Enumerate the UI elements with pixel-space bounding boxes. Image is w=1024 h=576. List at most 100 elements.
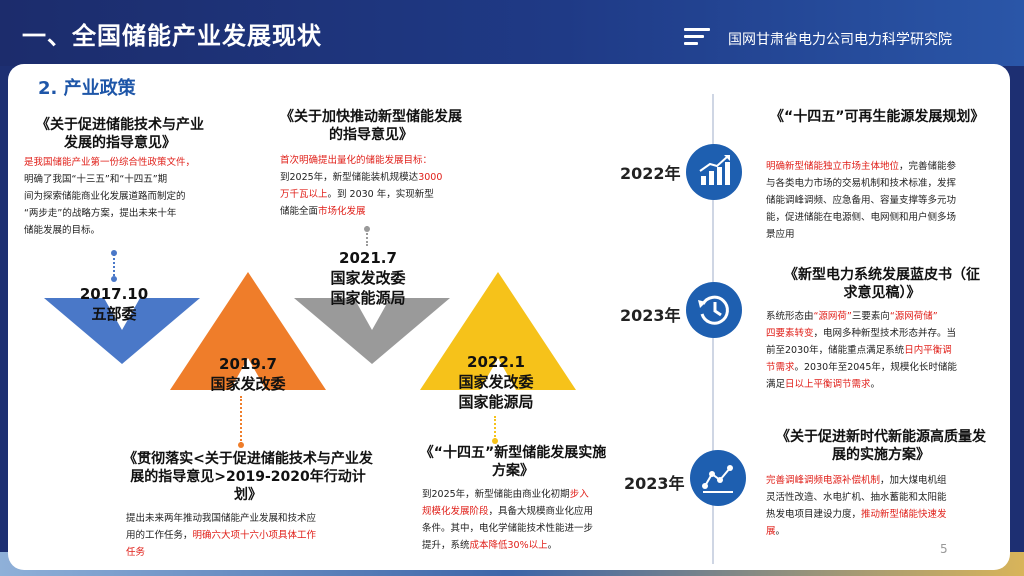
body-line: 能，促进储能在电源侧、电网侧和用户侧多场 <box>766 209 996 226</box>
highlight-text: “源网荷储” <box>889 311 938 322</box>
body-line: 间为探索储能商业化发展道路而制定的 <box>24 188 224 205</box>
network-analytics-icon <box>690 450 746 506</box>
highlight-text: 日内平衡调 <box>904 345 952 356</box>
year-label-2023a: 2023年 <box>620 306 681 325</box>
body-line: 四要素转变，电网多种新型技术形态并存。当 <box>766 325 996 342</box>
body-text: 能，促进储能在电源侧、电网侧和用户侧多场 <box>766 212 957 223</box>
body-text: 用的工作任务， <box>126 530 193 541</box>
right-title-2: 《关于促进新时代新能源高质量发展的实施方案》 <box>776 429 986 463</box>
policy-date-2017: 2017.10 五部委 <box>79 285 149 323</box>
body-line: 提升，系统成本降低30%以上。 <box>422 537 628 554</box>
body-text: 景应用 <box>766 229 795 240</box>
body-line: 满足日以上平衡调节需求。 <box>766 376 996 393</box>
body-text: ，加大煤电机组 <box>880 475 947 486</box>
policy-title-2019: 《贯彻落实<关于促进储能技术与产业发展的指导意见>2019-2020年行动计划》 <box>123 451 373 503</box>
highlight-text: 四要素转变 <box>766 328 814 339</box>
highlight-text: 是我国储能产业第一份综合性政策文件， <box>24 157 196 168</box>
highlight-text: 万千瓦以上 <box>280 189 328 200</box>
body-text: “两步走”的战略方案，提出未来十年 <box>24 208 177 219</box>
body-text: ，具备大规模商业化应用 <box>488 506 594 517</box>
body-line: 完善调峰调频电源补偿机制，加大煤电机组 <box>766 472 998 489</box>
connector-2022 <box>494 416 496 440</box>
connector-2019 <box>240 396 242 444</box>
body-line: 用的工作任务，明确六大项十六小项具体工作 <box>126 527 376 544</box>
policy-body-2017: 是我国储能产业第一份综合性政策文件， 明确了我国“十三五”和“十四五”期间为探索储… <box>24 154 224 239</box>
right-body-0: 明确新型储能独立市场主体地位，完善储能参与各类电力市场的交易机制和技术标准，发挥… <box>766 158 996 243</box>
header-bar: 一、全国储能产业发展现状 国网甘肃省电力公司电力科学研究院 <box>0 0 1024 66</box>
body-text: 提升，系统 <box>422 540 470 551</box>
body-line: 条件。其中，电化学储能技术性能进一步 <box>422 520 628 537</box>
policy-date-2019: 2019.7 国家发改委 <box>210 355 286 393</box>
body-line: 规模化发展阶段，具备大规模商业化应用 <box>422 503 628 520</box>
highlight-text: 明确六大项十六小项具体工作 <box>192 530 317 541</box>
body-line: 到2025年，新型储能装机规模达3000 <box>280 169 480 186</box>
body-line: 展。 <box>766 523 998 540</box>
highlight-text: 日以上平衡调节需求 <box>785 379 871 390</box>
year-label-2022: 2022年 <box>620 164 681 183</box>
policy-date-2021: 2021.7 国家发改委 国家能源局 <box>330 249 406 307</box>
body-text: 明确了我国“十三五”和“十四五”期 <box>24 174 168 185</box>
body-text: 满足 <box>766 379 786 390</box>
body-text: 与各类电力市场的交易机制和技术标准，发挥 <box>766 178 957 189</box>
policy-body-2019: 提出未来两年推动我国储能产业发展和技术应 用的工作任务，明确六大项十六小项具体工作… <box>126 510 376 561</box>
body-text: 。2030年至2045年，规模化长时储能 <box>794 362 957 373</box>
highlight-text: 任务 <box>126 547 146 558</box>
highlight-text: “源网荷” <box>813 311 852 322</box>
body-line: 万千瓦以上。到 2030 年，实现新型 <box>280 186 480 203</box>
body-text: 。 <box>547 540 558 551</box>
body-line: “两步走”的战略方案，提出未来十年 <box>24 205 224 222</box>
content-panel: 2. 产业政策 《关于促进储能技术与产业发展的指导意见》 是我国储能产业第一份综… <box>8 64 1010 570</box>
policy-body-2022: 到2025年，新型储能由商业化初期步入 规模化发展阶段，具备大规模商业化应用 条件。… <box>422 486 628 554</box>
body-line: 前至2030年，储能重点满足系统日内平衡调 <box>766 342 996 359</box>
policy-title-2017: 《关于促进储能技术与产业发展的指导意见》 <box>36 117 204 151</box>
highlight-text: 展 <box>766 526 776 537</box>
body-text: 储能发展的目标。 <box>24 225 101 236</box>
chart-growth-icon <box>686 144 742 200</box>
highlight-text: 3000 <box>418 172 443 183</box>
body-text: 热发电项目建设力度， <box>766 509 862 520</box>
body-text: 储能调峰调频、应急备用、容量支撑等多元功 <box>766 195 957 206</box>
body-text: 。到 2030 年，实现新型 <box>327 189 434 200</box>
page-title: 一、全国储能产业发展现状 <box>22 22 322 50</box>
body-line: 储能调峰调频、应急备用、容量支撑等多元功 <box>766 192 996 209</box>
right-title-1: 《新型电力系统发展蓝皮书（征求意见稿）》 <box>784 267 980 301</box>
dot-2021 <box>364 226 370 232</box>
body-text: 三要素向 <box>851 311 890 322</box>
body-line: 到2025年，新型储能由商业化初期步入 <box>422 486 628 503</box>
right-title-0: 《“十四五”可再生能源发展规划》 <box>770 109 985 125</box>
highlight-text: 推动新型储能快速发 <box>861 509 947 520</box>
year-label-2023b: 2023年 <box>624 474 685 493</box>
dot-2017b <box>111 276 117 282</box>
body-line: 灵活性改造、水电扩机、抽水蓄能和太阳能 <box>766 489 998 506</box>
highlight-text: 市场化发展 <box>318 206 366 217</box>
dot-2017a <box>111 250 117 256</box>
body-text: 到2025年，新型储能由商业化初期 <box>422 489 570 500</box>
body-text: 灵活性改造、水电扩机、抽水蓄能和太阳能 <box>766 492 947 503</box>
body-line: 系统形态由“源网荷”三要素向“源网荷储” <box>766 308 996 325</box>
body-line: 是我国储能产业第一份综合性政策文件， <box>24 154 224 171</box>
body-text: 到2025年，新型储能装机规模达 <box>280 172 419 183</box>
dot-2019 <box>238 442 244 448</box>
body-line: 与各类电力市场的交易机制和技术标准，发挥 <box>766 175 996 192</box>
body-line: 明确了我国“十三五”和“十四五”期 <box>24 171 224 188</box>
body-text: 系统形态由 <box>766 311 814 322</box>
body-line: 首次明确提出量化的储能发展目标： <box>280 152 480 169</box>
body-line: 节需求。2030年至2045年，规模化长时储能 <box>766 359 996 376</box>
body-line: 热发电项目建设力度，推动新型储能快速发 <box>766 506 998 523</box>
body-line: 景应用 <box>766 226 996 243</box>
policy-body-2021: 首次明确提出量化的储能发展目标： 到2025年，新型储能装机规模达3000 万千瓦以… <box>280 152 480 220</box>
right-body-2: 完善调峰调频电源补偿机制，加大煤电机组 灵活性改造、水电扩机、抽水蓄能和太阳能 热发… <box>766 472 998 540</box>
body-line: 任务 <box>126 544 376 561</box>
menu-icon[interactable] <box>684 28 710 46</box>
body-line: 提出未来两年推动我国储能产业发展和技术应 <box>126 510 376 527</box>
body-line: 储能发展的目标。 <box>24 222 224 239</box>
body-text: 储能全面 <box>280 206 319 217</box>
highlight-text: 节需求 <box>766 362 795 373</box>
body-line: 储能全面市场化发展 <box>280 203 480 220</box>
body-text: ，电网多种新型技术形态并存。当 <box>813 328 957 339</box>
highlight-text: 明确新型储能独立市场主体地位 <box>766 161 900 172</box>
highlight-text: 步入 <box>569 489 589 500</box>
history-clock-icon <box>686 282 742 338</box>
body-text: 条件。其中，电化学储能技术性能进一步 <box>422 523 594 534</box>
body-line: 明确新型储能独立市场主体地位，完善储能参 <box>766 158 996 175</box>
